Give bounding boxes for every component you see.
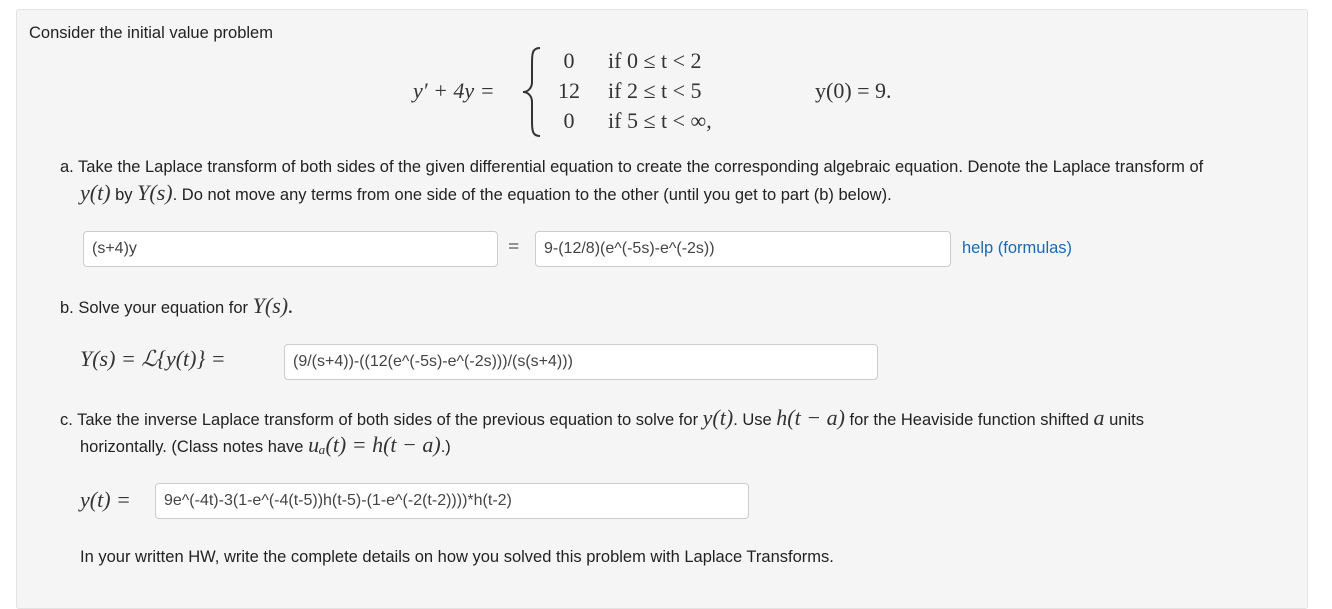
Y-of-s-input[interactable]: (9/(s+4))-((12(e^(-5s)-e^(-2s)))/(s(s+4)…	[284, 344, 878, 380]
part-c-u-a-of-t: uₐ(t) = h(t − a)	[308, 432, 441, 457]
part-c-a-var: a	[1093, 405, 1105, 430]
intro-text: Consider the initial value problem	[29, 24, 273, 42]
footer-note: In your written HW, write the complete d…	[80, 548, 834, 566]
equals-sign: =	[508, 236, 520, 258]
part-b-Y-of-s: Y(s).	[252, 293, 294, 318]
initial-condition: y(0) = 9.	[815, 78, 892, 103]
part-b-prompt-text: b. Solve your equation for	[60, 299, 249, 317]
ivp-lhs: y′ + 4y =	[413, 78, 495, 104]
laplace-lhs-input[interactable]: (s+4)y	[83, 231, 498, 267]
part-a-by: by	[115, 186, 133, 204]
part-c-heaviside: h(t − a)	[776, 405, 845, 430]
part-c-line2-b: .)	[440, 438, 451, 456]
ivp-lhs-text: y′ + 4y =	[413, 78, 495, 103]
part-c-line1-b: . Use	[733, 411, 772, 429]
part-c-line1: c. Take the inverse Laplace transform of…	[60, 405, 1144, 431]
part-c-line1-d: units	[1109, 411, 1144, 429]
piecewise-brace	[522, 47, 541, 137]
part-c-line1-c: for the Heaviside function shifted	[849, 411, 1089, 429]
part-a-y-of-t: y(t)	[80, 180, 111, 205]
case-2-value: 12	[558, 78, 580, 103]
part-a-line1: a. Take the Laplace transform of both si…	[60, 158, 1204, 176]
part-c-line2-a: horizontally. (Class notes have	[80, 438, 304, 456]
part-c-lhs: y(t) =	[80, 487, 131, 512]
case-3-value: 0	[563, 108, 575, 133]
case-1-value: 0	[563, 48, 575, 73]
part-b-prompt: b. Solve your equation for Y(s).	[60, 293, 294, 319]
part-a-Y-of-s: Y(s)	[137, 180, 173, 205]
part-c-line1-a: c. Take the inverse Laplace transform of…	[60, 411, 699, 429]
y-of-t-input[interactable]: 9e^(-4t)-3(1-e^(-4(t-5))h(t-5)-(1-e^(-2(…	[155, 483, 749, 519]
part-b-lhs: Y(s) = ℒ{y(t)} =	[80, 346, 226, 371]
help-formulas-link[interactable]: help (formulas)	[962, 239, 1072, 258]
part-c-line2: horizontally. (Class notes have uₐ(t) = …	[80, 432, 451, 458]
case-3-condition: if 5 ≤ t < ∞,	[608, 108, 712, 133]
part-a-line2: y(t) by Y(s). Do not move any terms from…	[80, 180, 892, 206]
part-c-y-of-t: y(t)	[702, 405, 734, 430]
laplace-rhs-input[interactable]: 9-(12/8)(e^(-5s)-e^(-2s))	[535, 231, 951, 267]
case-2-condition: if 2 ≤ t < 5	[608, 78, 702, 103]
part-a-line2-rest: . Do not move any terms from one side of…	[172, 186, 892, 204]
case-1-condition: if 0 ≤ t < 2	[608, 48, 702, 73]
